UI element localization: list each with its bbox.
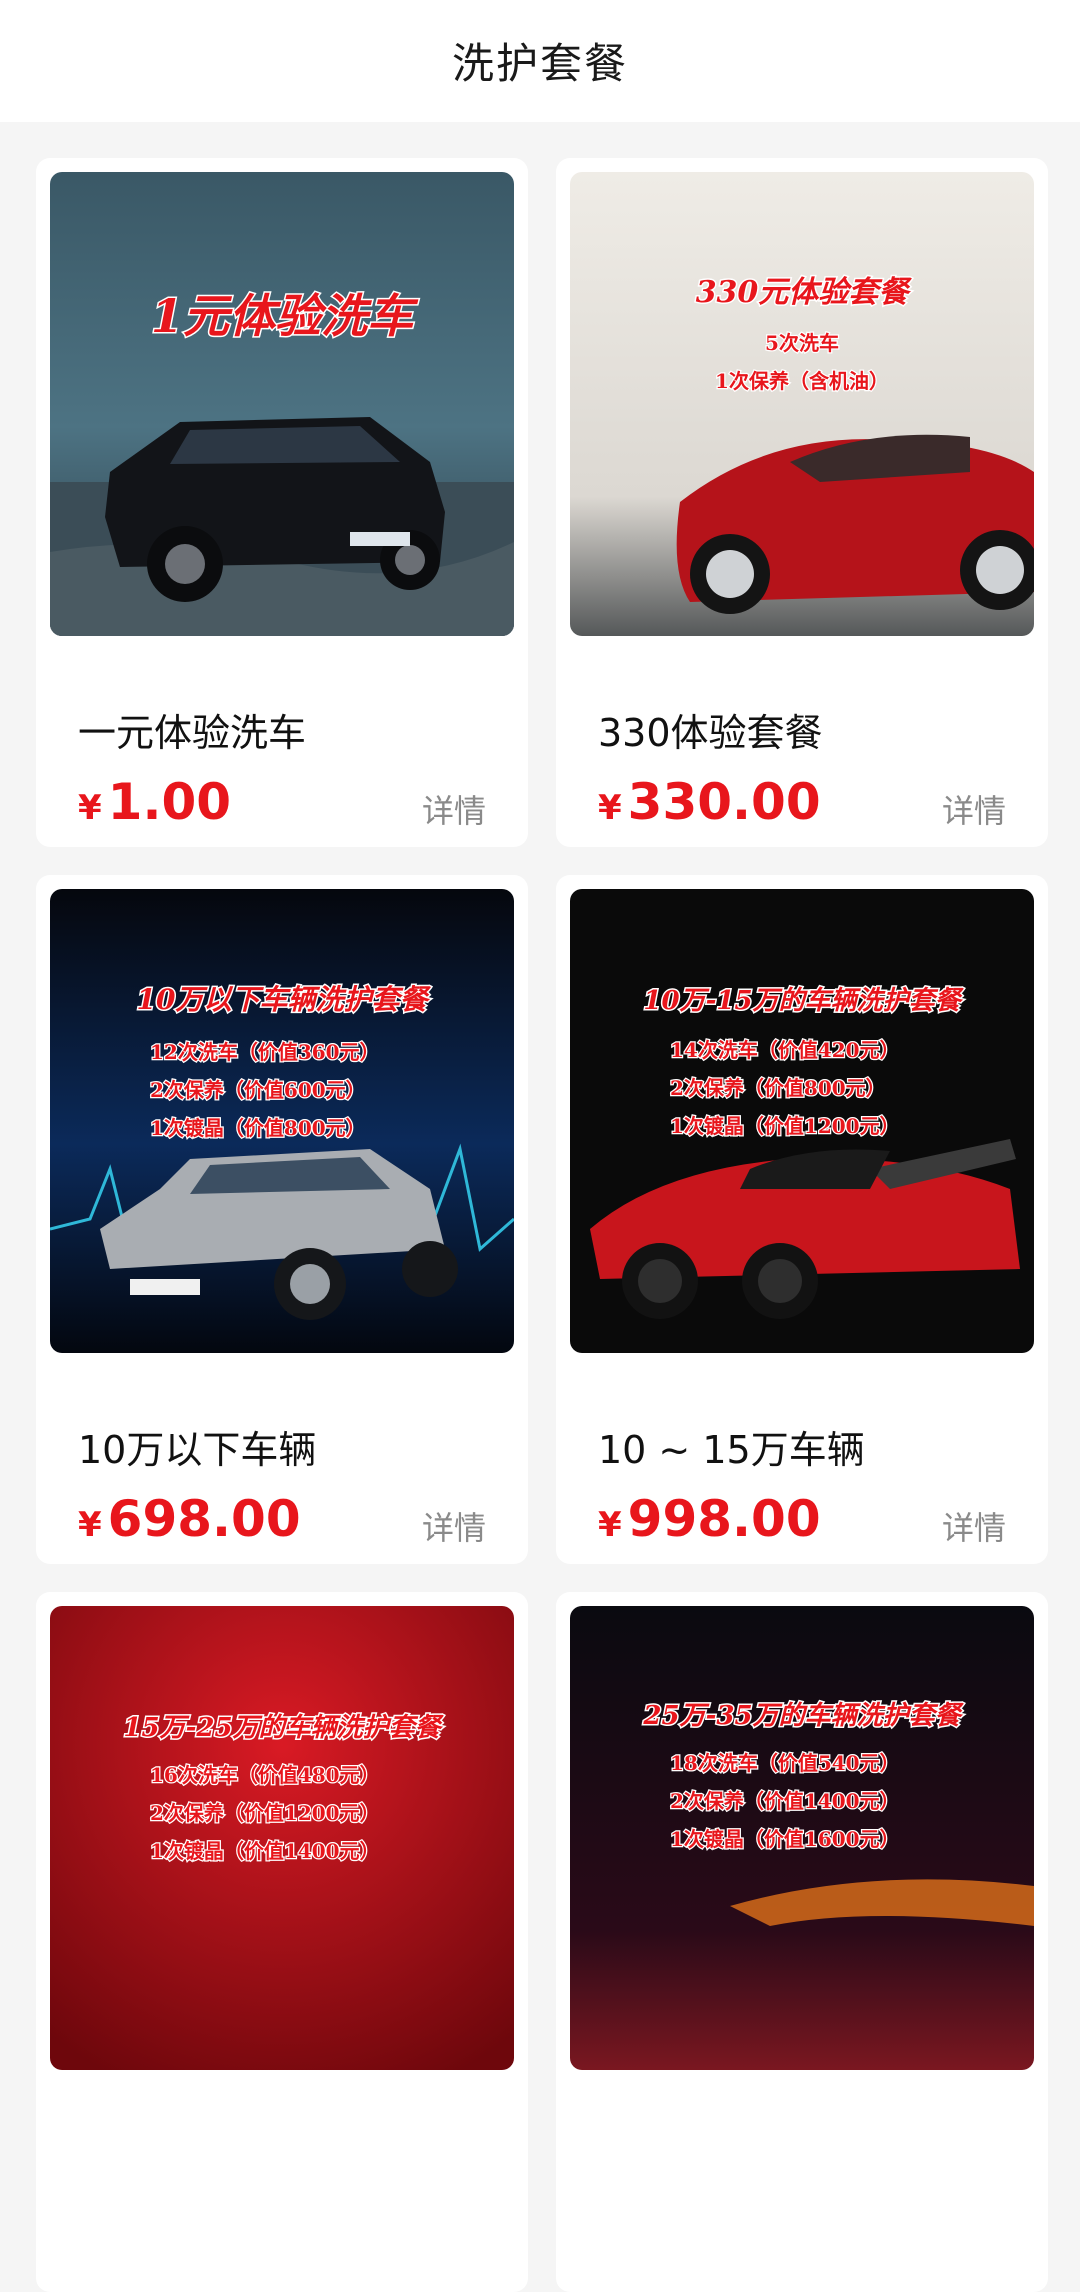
package-image[interactable]: 15万-25万的车辆洗护套餐 16次洗车（价值480元） 2次保养（价值1200… bbox=[50, 1606, 514, 2070]
poster-line: 1次镀晶（价值1200元） bbox=[670, 1114, 900, 1138]
poster-title: 330元体验套餐 bbox=[696, 275, 913, 310]
poster-title: 15万-25万的车辆洗护套餐 bbox=[123, 1713, 444, 1743]
poster-line: 2次保养（价值800元） bbox=[670, 1076, 886, 1100]
currency-symbol: ¥ bbox=[78, 1505, 102, 1545]
package-name: 330体验套餐 bbox=[598, 711, 823, 755]
car-poster-image: 10万-15万的车辆洗护套餐 14次洗车（价值420元） 2次保养（价值800元… bbox=[570, 889, 1034, 1353]
poster-line: 14次洗车（价值420元） bbox=[670, 1038, 900, 1062]
poster-line: 2次保养（价值600元） bbox=[150, 1078, 366, 1102]
package-card-6[interactable]: 25万-35万的车辆洗护套餐 18次洗车（价值540元） 2次保养（价值1400… bbox=[556, 1592, 1048, 2292]
car-poster-image: 1元体验洗车 bbox=[50, 172, 514, 636]
poster-line: 16次洗车（价值480元） bbox=[150, 1763, 380, 1787]
poster-title: 10万-15万的车辆洗护套餐 bbox=[643, 986, 964, 1016]
page-header: 洗护套餐 bbox=[0, 0, 1080, 122]
package-price: ¥698.00 bbox=[78, 1490, 301, 1548]
package-grid: 1元体验洗车 一元体验洗车 ¥1.00 详情 330元体验套餐 5次洗车 1次保… bbox=[0, 122, 1080, 2292]
poster-line: 1次镀晶（价值1400元） bbox=[150, 1839, 380, 1863]
package-card-4[interactable]: 10万-15万的车辆洗护套餐 14次洗车（价值420元） 2次保养（价值800元… bbox=[556, 875, 1048, 1564]
price-value: 698.00 bbox=[107, 1490, 301, 1548]
price-value: 1.00 bbox=[107, 773, 232, 831]
currency-symbol: ¥ bbox=[598, 788, 622, 828]
package-card-1[interactable]: 1元体验洗车 一元体验洗车 ¥1.00 详情 bbox=[36, 158, 528, 847]
detail-link[interactable]: 详情 bbox=[422, 1503, 486, 1549]
car-poster-image: 25万-35万的车辆洗护套餐 18次洗车（价值540元） 2次保养（价值1400… bbox=[570, 1606, 1034, 2070]
currency-symbol: ¥ bbox=[598, 1505, 622, 1545]
poster-line: 12次洗车（价值360元） bbox=[150, 1040, 380, 1064]
package-image[interactable]: 25万-35万的车辆洗护套餐 18次洗车（价值540元） 2次保养（价值1400… bbox=[570, 1606, 1034, 2070]
package-image[interactable]: 330元体验套餐 5次洗车 1次保养（含机油） bbox=[570, 172, 1034, 636]
detail-link[interactable]: 详情 bbox=[942, 786, 1006, 832]
poster-title: 1元体验洗车 bbox=[151, 289, 419, 343]
package-price: ¥998.00 bbox=[598, 1490, 821, 1548]
poster-line: 5次洗车 bbox=[765, 331, 839, 355]
poster-line: 1次镀晶（价值800元） bbox=[150, 1116, 366, 1140]
price-value: 330.00 bbox=[627, 773, 821, 831]
page-title: 洗护套餐 bbox=[451, 38, 628, 88]
car-poster-image: 330元体验套餐 5次洗车 1次保养（含机油） bbox=[570, 172, 1034, 636]
package-card-5[interactable]: 15万-25万的车辆洗护套餐 16次洗车（价值480元） 2次保养（价值1200… bbox=[36, 1592, 528, 2292]
poster-line: 2次保养（价值1200元） bbox=[150, 1801, 380, 1825]
poster-line: 1次镀晶（价值1600元） bbox=[670, 1827, 900, 1851]
price-value: 998.00 bbox=[627, 1490, 821, 1548]
poster-line: 2次保养（价值1400元） bbox=[670, 1789, 900, 1813]
package-price: ¥1.00 bbox=[78, 773, 231, 831]
package-image[interactable]: 10万以下车辆洗护套餐 12次洗车（价值360元） 2次保养（价值600元） 1… bbox=[50, 889, 514, 1353]
package-name: 10 ~ 15万车辆 bbox=[598, 1428, 865, 1472]
poster-title: 25万-35万的车辆洗护套餐 bbox=[642, 1701, 964, 1731]
car-poster-image: 15万-25万的车辆洗护套餐 16次洗车（价值480元） 2次保养（价值1200… bbox=[50, 1606, 514, 2070]
detail-link[interactable]: 详情 bbox=[942, 1503, 1006, 1549]
package-price: ¥330.00 bbox=[598, 773, 821, 831]
package-card-3[interactable]: 10万以下车辆洗护套餐 12次洗车（价值360元） 2次保养（价值600元） 1… bbox=[36, 875, 528, 1564]
detail-link[interactable]: 详情 bbox=[422, 786, 486, 832]
package-card-2[interactable]: 330元体验套餐 5次洗车 1次保养（含机油） 330体验套餐 ¥330.00 … bbox=[556, 158, 1048, 847]
poster-line: 18次洗车（价值540元） bbox=[670, 1751, 900, 1775]
poster-line: 1次保养（含机油） bbox=[715, 369, 889, 393]
poster-title: 10万以下车辆洗护套餐 bbox=[137, 983, 432, 1016]
package-image[interactable]: 1元体验洗车 bbox=[50, 172, 514, 636]
package-image[interactable]: 10万-15万的车辆洗护套餐 14次洗车（价值420元） 2次保养（价值800元… bbox=[570, 889, 1034, 1353]
package-name: 一元体验洗车 bbox=[78, 711, 307, 755]
car-poster-image: 10万以下车辆洗护套餐 12次洗车（价值360元） 2次保养（价值600元） 1… bbox=[50, 889, 514, 1353]
currency-symbol: ¥ bbox=[78, 788, 102, 828]
package-name: 10万以下车辆 bbox=[78, 1428, 317, 1472]
